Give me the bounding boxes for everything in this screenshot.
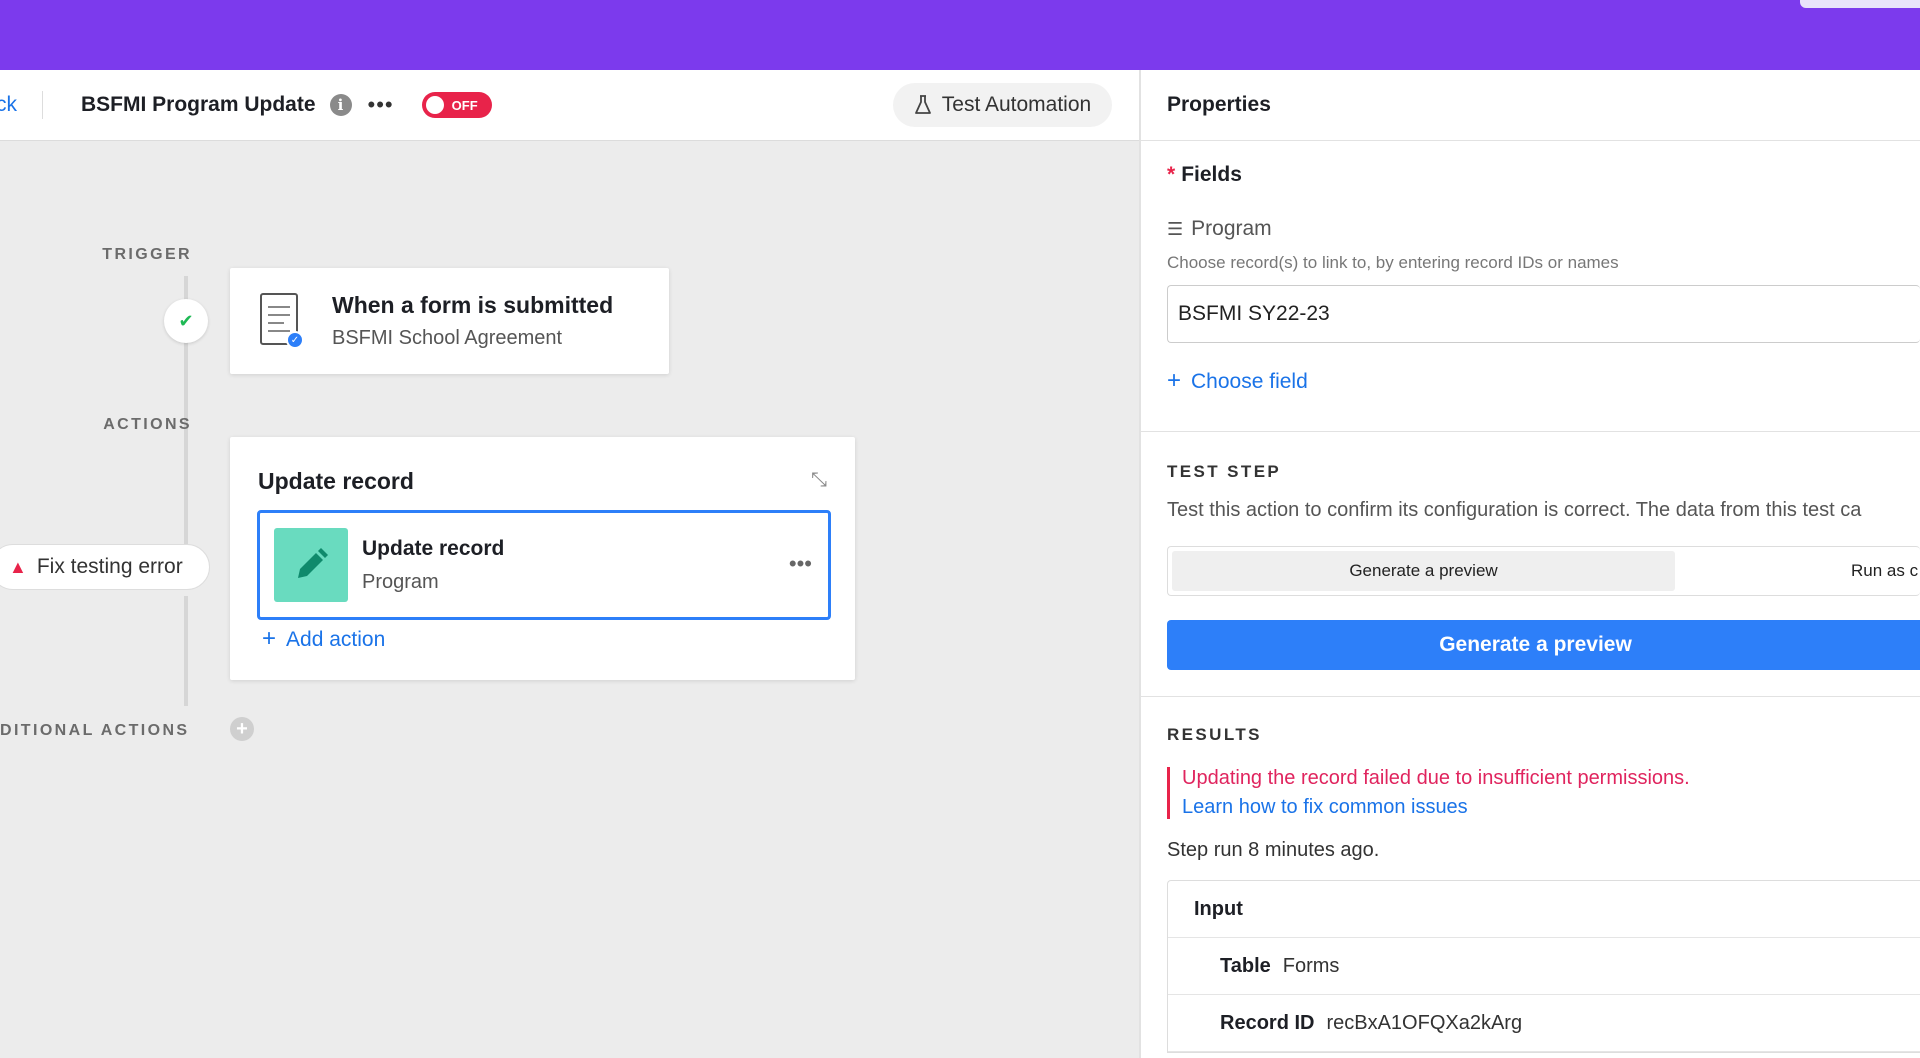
toggle-knob [425,96,444,114]
fix-testing-error-label: Fix testing error [36,555,183,578]
input-table: Input Table Forms Record ID recBxA1OFQXa2k… [1167,880,1920,1053]
add-conditional-icon[interactable]: + [230,717,254,741]
automation-title[interactable]: BSFMI Program Update [81,93,316,117]
test-step-description: Test this action to confirm its configur… [1167,499,1862,521]
trigger-card[interactable]: ✓ When a form is submitted BSFMI School … [230,268,669,374]
more-icon[interactable]: ••• [368,92,394,118]
error-message-block: Updating the record failed due to insuff… [1167,767,1920,819]
error-message: Updating the record failed due to insuff… [1182,767,1690,789]
input-header[interactable]: Input [1168,881,1920,938]
add-action-label: Add action [286,628,386,651]
program-input[interactable]: BSFMI SY22-23 [1167,285,1920,343]
warning-icon: ▲ [9,556,27,577]
actions-label: ACTIONS [103,416,192,433]
trigger-title: When a form is submitted [332,292,614,318]
plus-icon: + [262,625,277,652]
input-row-table: Table Forms [1168,938,1920,995]
automation-canvas: TRIGGER ✔ ✓ When a form is submitted BSF… [0,141,1139,1058]
actions-card: Update record ⤡ Update record Program ••… [230,437,855,680]
toggle-label: OFF [451,97,478,113]
segment-run-as[interactable]: Run as c [1851,561,1918,581]
form-icon: ✓ [260,293,304,349]
update-record-action[interactable]: Update record Program ••• [257,510,831,620]
plus-icon: + [1167,367,1182,394]
add-action-button[interactable]: + Add action [262,625,385,653]
actions-card-header: Update record [258,468,414,494]
test-mode-selector: Generate a preview Run as c [1167,546,1920,596]
pencil-icon [274,528,348,602]
test-automation-button[interactable]: Test Automation [893,83,1112,127]
conditional-actions-label: DITIONAL ACTIONS [0,722,190,739]
check-icon: ✔ [164,299,208,343]
segment-generate-preview[interactable]: Generate a preview [1172,551,1675,591]
step-run-time: Step run 8 minutes ago. [1167,839,1380,861]
fields-label: * Fields [1167,163,1242,186]
learn-fix-link[interactable]: Learn how to fix common issues [1182,796,1920,819]
choose-field-button[interactable]: + Choose field [1167,367,1920,395]
properties-title: Properties [1141,70,1920,141]
generate-preview-button[interactable]: Generate a preview [1167,620,1920,670]
info-icon[interactable]: i [329,94,352,116]
program-field-label: ☰ Program [1167,217,1272,240]
automation-toolbar: ck BSFMI Program Update i ••• OFF Test A… [0,70,1139,141]
trigger-label: TRIGGER [102,246,192,263]
list-icon: ☰ [1167,218,1184,239]
collapse-icon[interactable]: ⤡ [811,469,827,492]
verified-badge-icon: ✓ [286,331,304,349]
results-title: RESULTS [1167,725,1262,744]
test-automation-label: Test Automation [941,93,1092,116]
top-bar [0,0,1920,70]
action-item-subtitle: Program [362,570,439,593]
toolbar-divider [42,91,43,119]
program-hint: Choose record(s) to link to, by entering… [1167,253,1619,272]
fix-testing-error-button[interactable]: ▲ Fix testing error [0,544,210,590]
action-more-icon[interactable]: ••• [789,551,812,577]
automation-toggle[interactable]: OFF [421,92,492,118]
properties-panel: Properties * Fields ☰ Program Choose recor… [1139,70,1920,1058]
trigger-subtitle: BSFMI School Agreement [332,327,563,349]
timeline-line-lower [184,596,188,706]
input-row-record-id: Record ID recBxA1OFQXa2kArg [1168,995,1920,1052]
back-link[interactable]: ck [0,93,40,117]
test-step-title: TEST STEP [1167,462,1282,481]
top-right-button[interactable] [1800,0,1920,8]
action-item-title: Update record [362,536,505,560]
flask-icon [914,95,931,114]
